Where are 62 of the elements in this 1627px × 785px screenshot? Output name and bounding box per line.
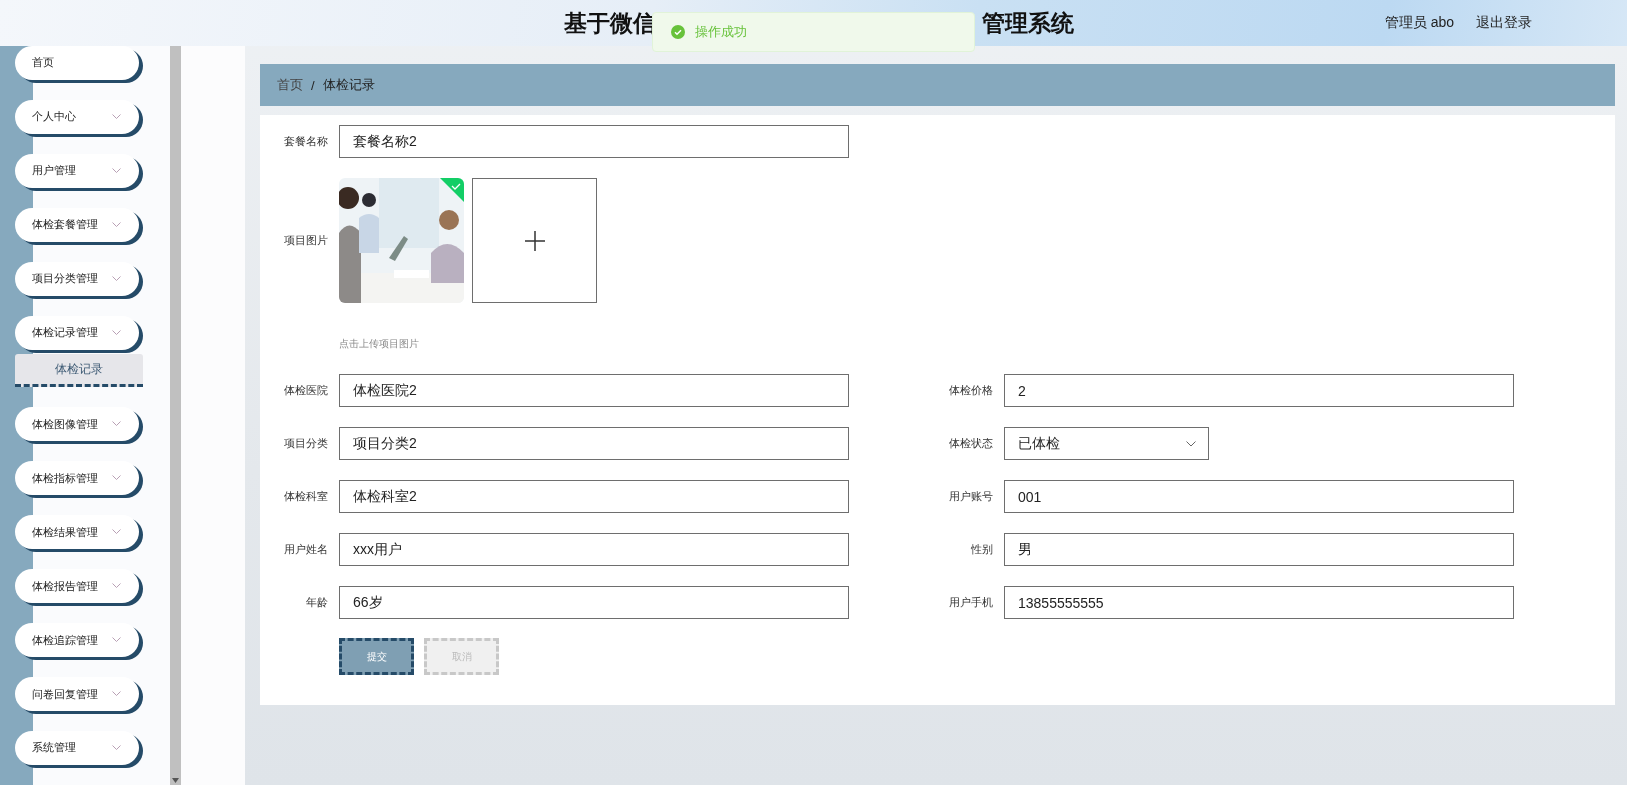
chevron-down-icon: [112, 329, 121, 336]
field-label: 项目分类: [283, 436, 328, 451]
input-field[interactable]: 001: [1004, 480, 1514, 513]
chevron-down-icon: [112, 167, 121, 174]
input-field[interactable]: 66岁: [339, 586, 849, 619]
sidebar-item[interactable]: 个人中心: [15, 99, 139, 134]
field-label: 性别: [970, 542, 993, 557]
breadcrumb-separator: /: [311, 77, 315, 93]
chevron-down-icon: [112, 475, 121, 482]
submenu-item[interactable]: 体检记录: [15, 353, 143, 388]
chevron-down-icon: [112, 113, 121, 120]
sidebar-item[interactable]: 问卷回复管理: [15, 677, 139, 711]
input-field[interactable]: 套餐名称2: [339, 125, 849, 158]
sidebar-item[interactable]: 项目分类管理: [15, 261, 139, 296]
field-label: 用户手机: [948, 595, 993, 610]
select-field[interactable]: 已体检: [1004, 427, 1209, 460]
sidebar-item[interactable]: 体检套餐管理: [15, 207, 139, 242]
input-field[interactable]: xxx用户: [339, 533, 849, 566]
chevron-down-icon: [112, 421, 121, 428]
field-label: 体检医院: [283, 383, 328, 398]
input-field[interactable]: 男: [1004, 533, 1514, 566]
sidebar-item[interactable]: 体检图像管理: [15, 407, 139, 442]
success-toast: 操作成功: [652, 12, 975, 52]
sidebar-item[interactable]: 用户管理: [15, 153, 139, 188]
input-field[interactable]: 项目分类2: [339, 427, 849, 460]
input-field[interactable]: 体检医院2: [339, 374, 849, 407]
field-label: 体检科室: [283, 489, 328, 504]
breadcrumb-link[interactable]: 首页: [277, 76, 303, 94]
input-field[interactable]: 2: [1004, 374, 1514, 407]
chevron-down-icon: [112, 221, 121, 228]
chevron-down-icon: [1186, 440, 1196, 447]
plus-icon: [524, 230, 545, 251]
sidebar-item[interactable]: 体检指标管理: [15, 461, 139, 496]
system-title: 管理系统: [982, 8, 1074, 38]
sidebar-item[interactable]: 体检追踪管理: [15, 623, 139, 658]
logout-link[interactable]: 退出登录: [1476, 14, 1532, 32]
sidebar-item[interactable]: 体检记录管理: [15, 315, 139, 350]
input-field[interactable]: 体检科室2: [339, 480, 849, 513]
chevron-down-icon: [112, 275, 121, 282]
sidebar-item[interactable]: 系统管理: [15, 731, 139, 765]
field-label: 用户姓名: [283, 542, 328, 557]
chevron-down-icon: [112, 637, 121, 644]
upload-button[interactable]: [472, 178, 597, 303]
sidebar-item[interactable]: 首页: [15, 46, 139, 80]
field-label: 体检价格: [948, 383, 993, 398]
chevron-down-icon: [112, 691, 121, 698]
field-label: 用户账号: [948, 489, 993, 504]
upload-hint: 点击上传项目图片: [339, 337, 420, 351]
sidebar-item[interactable]: 体检结果管理: [15, 515, 139, 550]
field-label: 套餐名称: [283, 134, 328, 149]
check-circle-icon: [671, 25, 685, 39]
chevron-down-icon: [112, 583, 121, 590]
field-label: 项目图片: [283, 233, 328, 248]
field-label: 年龄: [305, 595, 328, 610]
admin-user-label: 管理员 abo: [1384, 14, 1454, 32]
breadcrumb-current: 体检记录: [322, 76, 375, 94]
input-field[interactable]: 13855555555: [1004, 586, 1514, 619]
chevron-down-icon: [112, 529, 121, 536]
chevron-down-icon: [112, 744, 121, 751]
scroll-down-arrow-icon[interactable]: [172, 778, 179, 783]
field-label: 体检状态: [948, 436, 993, 451]
sidebar-item[interactable]: 体检报告管理: [15, 569, 139, 604]
